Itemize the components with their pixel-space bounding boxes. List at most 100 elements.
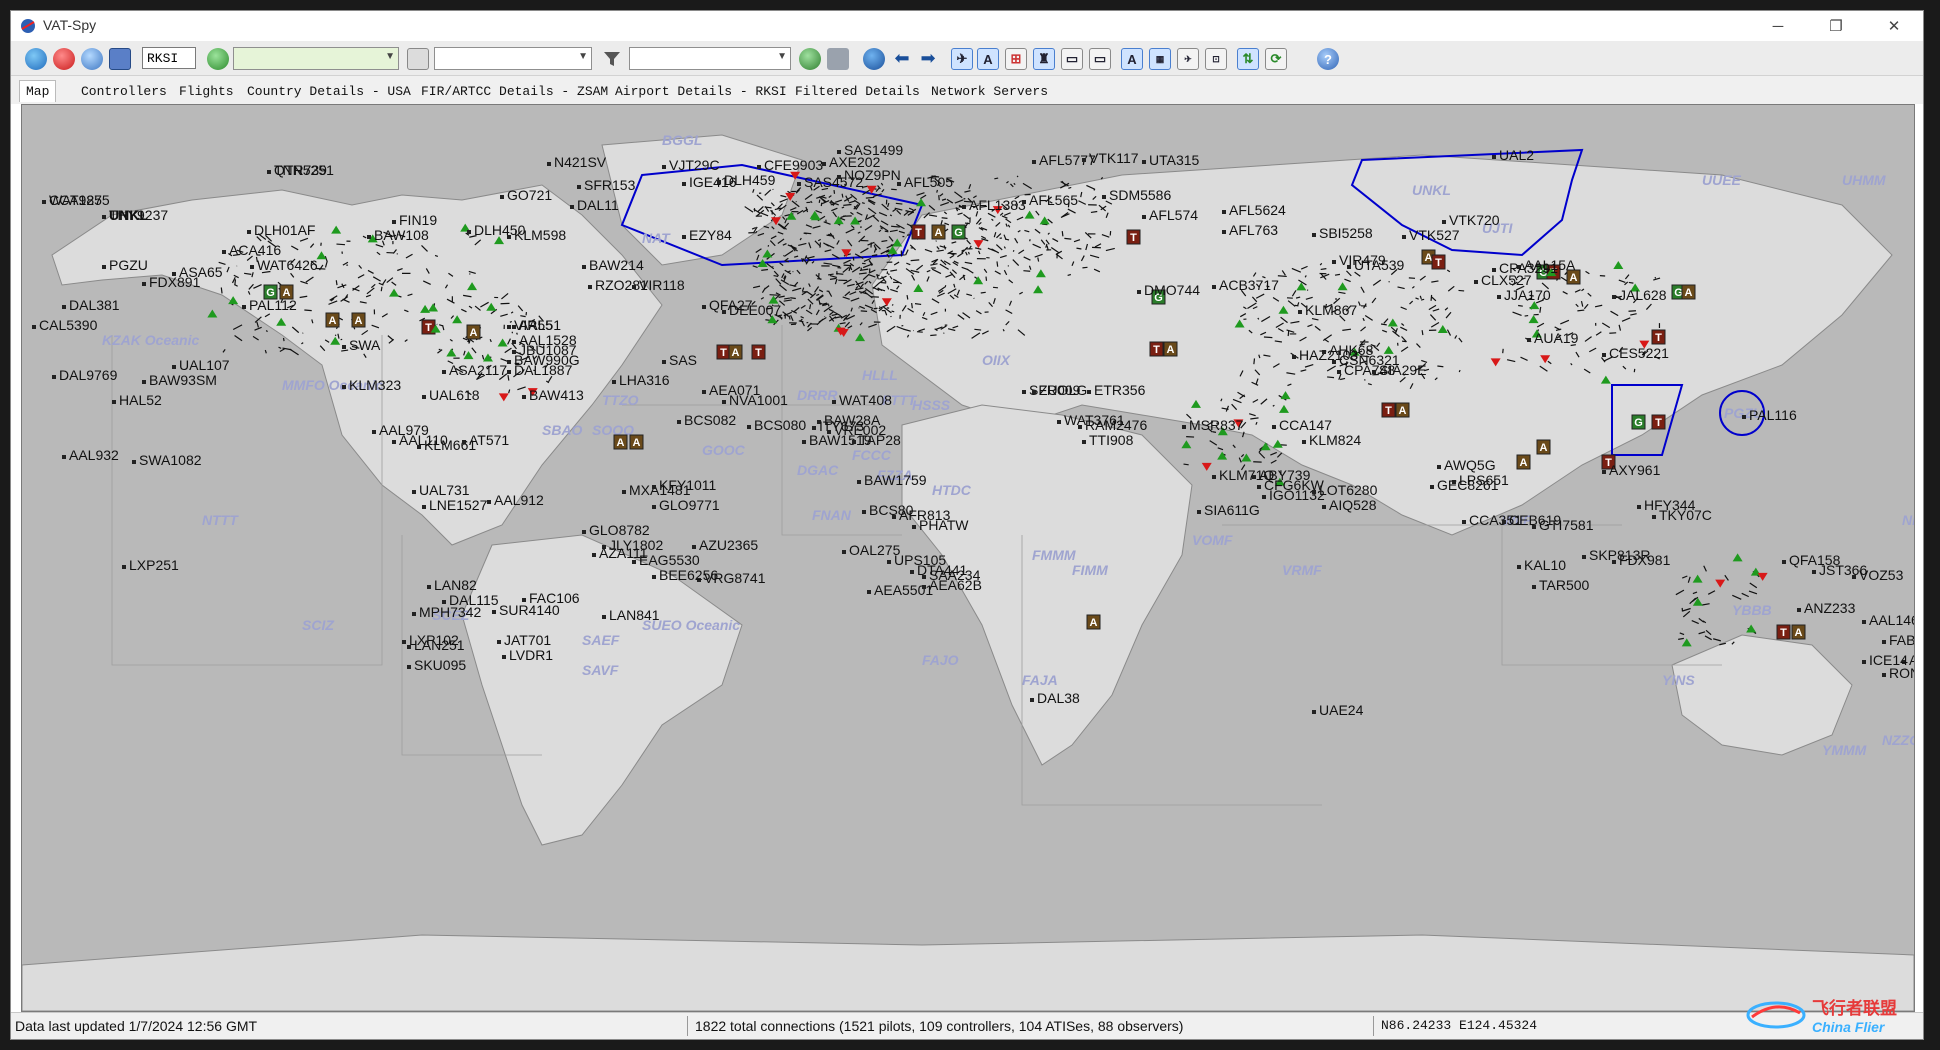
controller-badge[interactable]: A — [629, 434, 644, 450]
show-grid-icon[interactable]: ▭ — [1061, 48, 1083, 70]
world-map[interactable]: BGGL NAT UUEE UHMM UNKL UJTI KZAK Oceanic MMFO … — [21, 104, 1915, 1012]
flight-label[interactable]: PAL112 — [242, 297, 297, 313]
controller-badge[interactable]: A — [466, 324, 481, 340]
flight-label[interactable]: KLM323 — [342, 377, 401, 393]
flight-label[interactable]: ACA416 — [222, 242, 281, 258]
controller-badge[interactable]: A — [728, 344, 743, 360]
flight-label[interactable]: AHK68 — [1322, 342, 1374, 358]
tab-flights[interactable]: Flights — [179, 84, 234, 99]
flight-label[interactable]: SDM5586 — [1102, 187, 1171, 203]
flight-label[interactable]: DAL11 — [570, 197, 619, 213]
world-icon[interactable] — [863, 48, 885, 70]
flight-label[interactable]: UAL107 — [172, 357, 230, 373]
metar-icon[interactable]: ▦ — [1149, 48, 1171, 70]
controller-badge[interactable]: T — [1431, 254, 1446, 270]
flight-label[interactable]: AFL5777 — [1032, 152, 1096, 168]
flight-label[interactable]: GTI7581 — [1532, 517, 1594, 533]
go-button[interactable] — [207, 48, 229, 70]
airport-combo[interactable]: ▼ — [233, 47, 399, 70]
flight-label[interactable]: TNN5251 — [267, 162, 334, 178]
flight-label[interactable]: KLM598 — [507, 227, 566, 243]
controller-badge[interactable]: T — [716, 344, 731, 360]
flight-label[interactable]: GLO9771 — [652, 497, 720, 513]
show-labels-icon[interactable]: A — [977, 48, 999, 70]
flight-label[interactable]: UTA315 — [1142, 152, 1200, 168]
controller-badge[interactable]: T — [1776, 624, 1791, 640]
flight-label[interactable]: VTK527 — [1402, 227, 1460, 243]
flight-label[interactable]: CFE9903 — [757, 157, 823, 173]
flight-label[interactable]: DAL1887 — [507, 362, 573, 378]
flight-label[interactable]: ETR356 — [1087, 382, 1146, 398]
flight-label[interactable]: BCS080 — [747, 417, 806, 433]
flight-label[interactable]: SWA1082 — [132, 452, 202, 468]
flight-label[interactable]: VIR118 — [632, 277, 685, 293]
flight-label[interactable]: FIN19 — [392, 212, 437, 228]
font-icon[interactable]: A — [1121, 48, 1143, 70]
flight-label[interactable]: UAE24 — [1312, 702, 1364, 718]
flight-label[interactable]: UTA539 — [1347, 257, 1405, 273]
flight-label[interactable]: UAL2 — [1492, 147, 1534, 163]
flight-label[interactable]: EZY84 — [682, 227, 732, 243]
flight-label[interactable]: KAL10 — [1517, 557, 1566, 573]
minimize-button[interactable]: ─ — [1749, 11, 1807, 41]
controller-badge[interactable]: T — [911, 224, 926, 240]
flight-label[interactable]: AAL932 — [62, 447, 119, 463]
map-canvas[interactable]: BGGLNATUUEE UHMMUNKLUJTIKZAK OceanicMMFO … — [22, 105, 1914, 1011]
callsign-display-icon[interactable]: ⊡ — [1205, 48, 1227, 70]
flight-label[interactable]: QFA158 — [1782, 552, 1841, 568]
weather-cloud-icon[interactable] — [827, 48, 849, 70]
flight-label[interactable]: DLH459 — [717, 172, 776, 188]
controller-badge[interactable]: T — [1381, 402, 1396, 418]
flight-label[interactable]: AXY961 — [1602, 462, 1661, 478]
flight-label[interactable]: DEE007 — [722, 302, 781, 318]
flight-label[interactable]: JJA170 — [1497, 287, 1551, 303]
flight-label[interactable]: DAL115 — [442, 592, 499, 608]
flight-label[interactable]: ACB3717 — [1212, 277, 1279, 293]
flight-label[interactable]: LOT6280 — [1312, 482, 1378, 498]
flight-label[interactable]: UNKL — [102, 207, 148, 223]
flight-label[interactable]: WAT408 — [832, 392, 892, 408]
show-fir-icon[interactable]: ⊞ — [1005, 48, 1027, 70]
flight-label[interactable]: UAL731 — [412, 482, 470, 498]
flight-label[interactable]: BAW1759 — [857, 472, 927, 488]
controller-badge[interactable]: A — [1395, 402, 1410, 418]
flight-label[interactable]: AFL5624 — [1222, 202, 1286, 218]
tab-network-servers[interactable]: Network Servers — [931, 84, 1048, 99]
flight-label[interactable]: JAT701 — [497, 632, 551, 648]
flight-label[interactable]: DAL381 — [62, 297, 120, 313]
flight-label[interactable]: SKU095 — [407, 657, 466, 673]
flight-label[interactable]: VIR55 — [507, 317, 553, 333]
flight-label[interactable]: TTI908 — [1082, 432, 1134, 448]
flight-label[interactable]: AFL574 — [1142, 207, 1198, 223]
add-globe-icon[interactable] — [799, 48, 821, 70]
disconnect-icon[interactable] — [53, 48, 75, 70]
tab-country-details[interactable]: Country Details - USA — [247, 84, 411, 99]
flight-label[interactable]: AT571 — [462, 432, 509, 448]
flight-label[interactable]: AFL565 — [1022, 192, 1078, 208]
help-icon[interactable]: ? — [1317, 48, 1339, 70]
tab-fir-details[interactable]: FIR/ARTCC Details - ZSAM — [421, 84, 608, 99]
flight-label[interactable]: LXP251 — [122, 557, 179, 573]
flight-label[interactable]: LPS651 — [1452, 472, 1509, 488]
back-arrow-icon[interactable]: ⬅ — [891, 48, 913, 70]
flight-label[interactable]: LVDR1 — [502, 647, 553, 663]
flight-label[interactable]: SAS1499 — [837, 142, 903, 158]
close-window-button[interactable]: ✕ — [1865, 11, 1923, 41]
forward-arrow-icon[interactable]: ➡ — [917, 48, 939, 70]
flight-label[interactable]: ASA2117 — [442, 362, 507, 378]
controller-badge[interactable]: G — [1631, 414, 1646, 430]
flight-label[interactable]: TAP28 — [852, 432, 901, 448]
flight-label[interactable]: AEA5501 — [867, 582, 933, 598]
controller-badge[interactable]: T — [1149, 341, 1164, 357]
flight-label[interactable]: RAM2476 — [1078, 417, 1147, 433]
flight-label[interactable]: WAT6426 — [250, 257, 318, 273]
flight-label[interactable]: VOZ53 — [1852, 567, 1904, 583]
flight-label[interactable]: LAN82 — [427, 577, 477, 593]
controller-badge[interactable]: A — [1086, 614, 1101, 630]
flight-label[interactable]: PHATW — [912, 517, 969, 533]
controller-badge[interactable]: A — [1536, 439, 1551, 455]
flight-label[interactable]: LHA316 — [612, 372, 670, 388]
flight-label[interactable]: MSR837 — [1182, 417, 1244, 433]
flight-label[interactable]: AIQ528 — [1322, 497, 1377, 513]
flight-label[interactable]: CAL5390 — [32, 317, 98, 333]
